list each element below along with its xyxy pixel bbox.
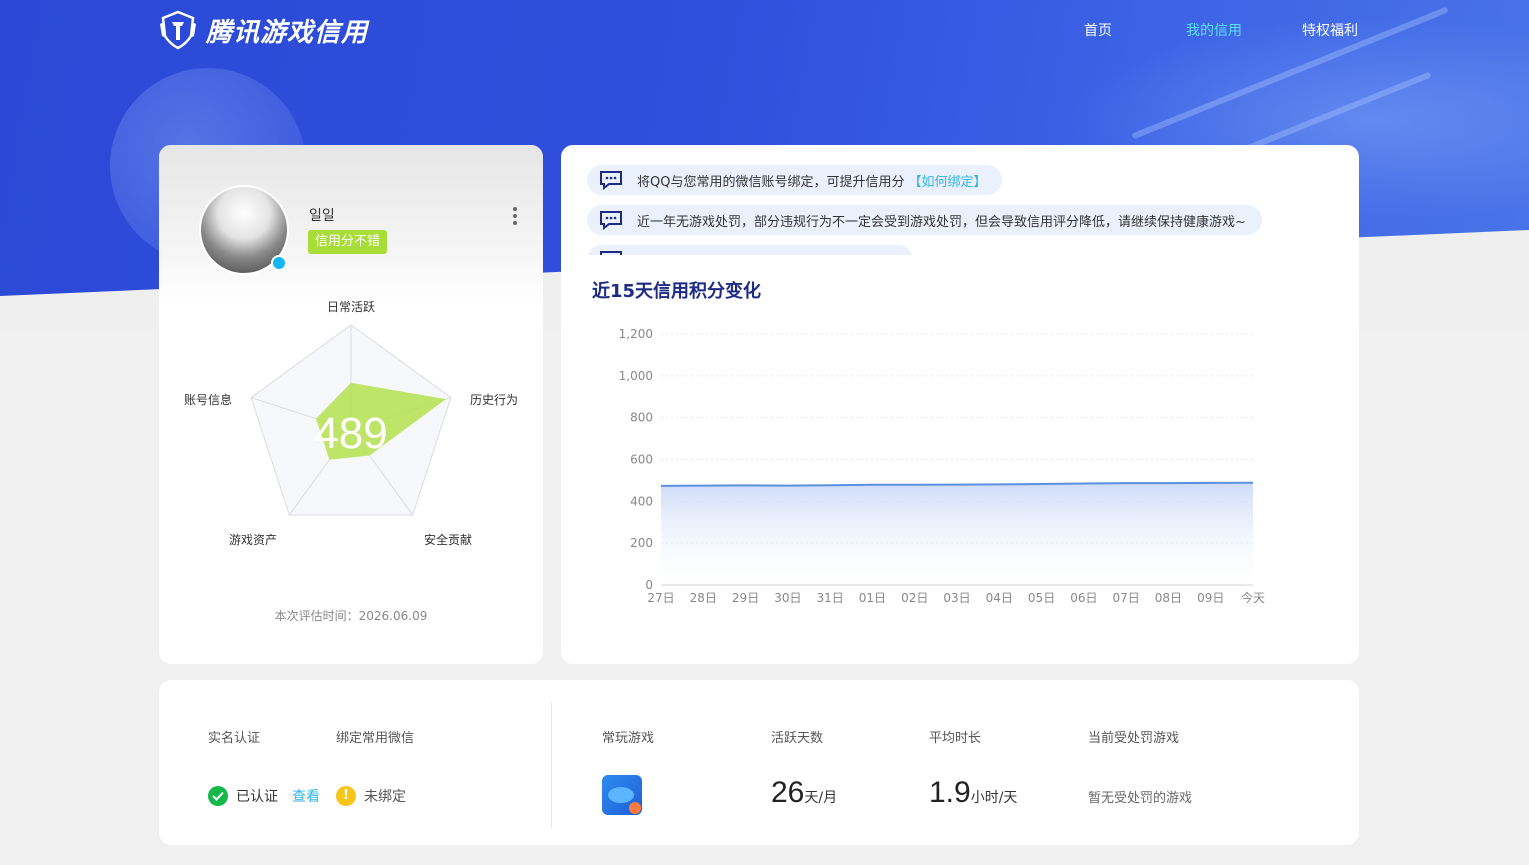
x-tick-label: 07日 — [1113, 591, 1140, 605]
radar-label-game-assets: 游戏资产 — [229, 533, 277, 547]
message-icon — [600, 251, 622, 255]
active-days-value: 26 — [771, 776, 805, 809]
chart-title: 近15天信用积分变化 — [592, 281, 762, 302]
check-circle-icon — [208, 786, 228, 806]
username: 일일 — [309, 208, 335, 224]
wechat-bind-label: 绑定常用微信 — [336, 731, 415, 746]
how-to-bind-link[interactable]: 【如何绑定】 — [908, 171, 986, 190]
y-tick-label: 1,200 — [619, 327, 653, 341]
frequent-games-label: 常玩游戏 — [602, 731, 655, 746]
avg-time-value: 1.9 — [929, 776, 971, 809]
message-icon — [600, 171, 622, 190]
notice-item — [587, 245, 913, 255]
account-summary-card: 实名认证 绑定常用微信 已认证 查看 ! 未绑定 常玩游戏 活跃天数 26天/月… — [159, 680, 1359, 845]
x-tick-label: 03日 — [943, 591, 970, 605]
punished-games-value: 暂无受处罚的游戏 — [1088, 791, 1193, 806]
notice-text: 近一年无游戏处罚，部分违规行为不一定会受到游戏处罚，但会导致信用评分降低，请继续… — [637, 214, 1246, 230]
x-tick-label: 27日 — [647, 591, 674, 605]
chart-x-axis: 27日 28日 29日 30日 31日 01日 02日 03日 04日 05日 06日 07日 08日 0… — [647, 590, 1265, 605]
realname-label: 实名认证 — [208, 731, 261, 746]
x-tick-label: 09日 — [1197, 591, 1224, 605]
wechat-status-text: 未绑定 — [364, 789, 406, 805]
x-tick-label: 29日 — [732, 591, 759, 605]
message-icon — [600, 211, 622, 230]
view-realname-link[interactable]: 查看 — [292, 786, 320, 806]
profile-card: 일일 信用分不错 489 日常活跃 历史行为 安全贡献 游戏资产 账号信息 本次… — [159, 145, 543, 664]
x-tick-label: 今天 — [1241, 590, 1265, 605]
x-tick-label: 04日 — [986, 591, 1013, 605]
x-tick-label: 31日 — [817, 591, 844, 605]
qq-penguin-icon — [271, 255, 287, 271]
credit-line-chart: 1,200 1,000 800 600 400 200 0 27日 28日 29日 30日 31日 0… — [619, 327, 1265, 605]
radar-label-security: 安全贡献 — [424, 532, 472, 547]
active-days-label: 活跃天数 — [771, 731, 824, 746]
x-tick-label: 28日 — [690, 591, 717, 605]
y-tick-label: 400 — [630, 494, 653, 508]
x-tick-label: 08日 — [1155, 591, 1182, 605]
section-divider — [551, 702, 552, 828]
notice-item: 近一年无游戏处罚，部分违规行为不一定会受到游戏处罚，但会导致信用评分降低，请继续… — [587, 205, 1262, 235]
nav-home[interactable]: 首页 — [1040, 20, 1156, 40]
avg-time-unit: 小时/天 — [970, 790, 1018, 806]
warning-circle-icon: ! — [336, 786, 356, 806]
x-tick-label: 05日 — [1028, 591, 1055, 605]
active-days-stat: 26天/月 — [771, 776, 837, 810]
main-nav: 首页 我的信用 特权福利 — [1040, 20, 1388, 40]
x-tick-label: 30日 — [774, 591, 801, 605]
avg-time-stat: 1.9小时/天 — [929, 776, 1017, 810]
radar-label-daily-activity: 日常活跃 — [327, 300, 375, 314]
realname-status: 已认证 查看 — [208, 786, 320, 806]
shield-logo-icon — [160, 10, 196, 50]
chart-area-fill — [661, 482, 1253, 585]
credit-score: 489 — [314, 409, 387, 458]
radar-label-account-info: 账号信息 — [184, 392, 232, 407]
x-tick-label: 06日 — [1070, 591, 1097, 605]
chart-y-axis: 1,200 1,000 800 600 400 200 0 — [619, 327, 653, 592]
brand-logo[interactable]: 腾讯游戏信用 — [158, 10, 368, 50]
brand-name: 腾讯游戏信用 — [206, 17, 369, 48]
x-tick-label: 02日 — [901, 591, 928, 605]
active-days-unit: 天/月 — [804, 790, 838, 806]
evaluation-time: 本次评估时间：2026.06.09 — [274, 609, 428, 623]
credit-radar-chart: 489 日常活跃 历史行为 安全贡献 游戏资产 账号信息 — [184, 300, 518, 547]
avg-time-label: 平均时长 — [929, 731, 982, 746]
notice-text: 将QQ与您常用的微信账号绑定，可提升信用分 — [637, 174, 905, 190]
notice-item: 将QQ与您常用的微信账号绑定，可提升信用分 【如何绑定】 — [587, 165, 1003, 195]
radar-label-history: 历史行为 — [470, 393, 518, 407]
y-tick-label: 1,000 — [619, 369, 653, 383]
notice-list: 将QQ与您常用的微信账号绑定，可提升信用分 【如何绑定】 近一年无游戏处罚，部分… — [587, 165, 1327, 255]
credit-level-badge: 信用分不错 — [308, 230, 388, 254]
y-tick-label: 600 — [630, 453, 653, 467]
credit-trend-card: 将QQ与您常用的微信账号绑定，可提升信用分 【如何绑定】 近一年无游戏处罚，部分… — [561, 145, 1359, 664]
y-tick-label: 200 — [630, 536, 653, 550]
game-app-icon[interactable] — [602, 775, 642, 815]
wechat-status: ! 未绑定 — [336, 786, 406, 806]
nav-my-credit[interactable]: 我的信用 — [1156, 20, 1272, 40]
realname-status-text: 已认证 — [236, 789, 278, 805]
more-options-icon[interactable] — [511, 207, 519, 227]
x-tick-label: 01日 — [859, 591, 886, 605]
nav-privileges[interactable]: 特权福利 — [1272, 20, 1388, 40]
y-tick-label: 800 — [630, 411, 653, 425]
y-tick-label: 0 — [645, 578, 653, 592]
punished-games-label: 当前受处罚游戏 — [1088, 731, 1180, 746]
